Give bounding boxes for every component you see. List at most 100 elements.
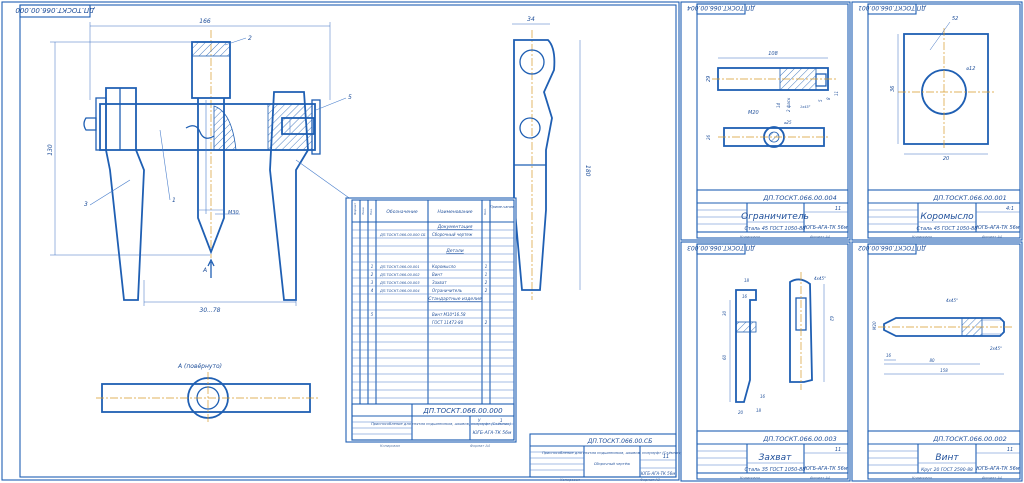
spec-h-pos: Поз.: [369, 208, 373, 215]
assembly-title-name: Приспособление для снятия подшипников, ш…: [542, 451, 682, 455]
assembly-rot-code: ДП.ТОСКТ.066.00.000: [15, 6, 96, 14]
spec-row2-name: Винт: [432, 272, 443, 277]
sheet003-dim-62: 62: [829, 316, 834, 322]
dim-thick: 34: [527, 16, 535, 23]
spec-std1-qty: 2: [485, 320, 488, 325]
puller-front-view: [83, 30, 321, 301]
sheet001-group: ЮГБ-АГА-ТК 56м: [976, 225, 1019, 231]
sheet003-dim-30: 30: [722, 310, 727, 316]
sheet002-dim-80: 80: [929, 358, 935, 363]
drawing-canvas: ДП.ТОСКТ.066.00.000 166 130 30...78 М30 …: [1, 1, 1023, 482]
sheet002-mass: 11: [1007, 447, 1013, 453]
spec-row1-code: ДП.ТОСКТ.066.00.001: [379, 265, 420, 269]
leader-3: 3: [84, 201, 88, 208]
sheet-002: ДП.ТОСКТ.066.00.002 4x45° М20 2x45° 16 8…: [851, 241, 1023, 482]
sheet001-rot-code: ДП.ТОСКТ.066.00.001: [858, 4, 927, 11]
sheet001-footer: Копировал: [912, 235, 933, 239]
spec-row4-pos: 4: [371, 288, 374, 293]
sheet002-dim-16: 16: [886, 353, 892, 358]
spec-row2-pos: 2: [371, 272, 374, 277]
sheet001-material: Сталь 45 ГОСТ 1050-88: [917, 226, 978, 232]
sheet004-title-code: ДП.ТОСКТ.066.00.004: [762, 194, 837, 202]
assembly-footer2: Формат А3: [640, 478, 660, 482]
sheet004-dim-fask: 2 фаск: [786, 97, 791, 112]
sheet003-dim-18a: 18: [744, 278, 750, 283]
sheet004-dim-dia: ⌀25: [784, 120, 792, 125]
spec-row3-name: Захват: [432, 280, 447, 285]
spec-title-name: Приспособление для снятия подшипников, ш…: [371, 422, 511, 426]
gripper-side-view: 34 180: [512, 16, 591, 300]
leader-1: 1: [172, 197, 176, 204]
sheet004-dim-chamfer: 1x45°: [800, 105, 811, 109]
sheet004-dim-len: 108: [768, 51, 778, 57]
view-a-label: А (повёрнуто): [177, 363, 222, 370]
sheet004-dim-5: 5: [818, 99, 823, 102]
view-arrow-label: А: [202, 267, 207, 274]
assembly-title-block: ДП.ТОСКТ.066.00.СБ Приспособление для сн…: [529, 433, 682, 482]
sheet003-title-name: Захват: [759, 453, 792, 463]
spec-std0-name: Винт М10*16.58: [432, 312, 466, 317]
spec-section-docs: Документация: [437, 224, 473, 230]
sheet004-dim-26: 26: [706, 134, 711, 140]
spec-group: ЮГБ-АГА-ТК 56м: [473, 430, 512, 436]
sheet004-title-name: Ограничитель: [741, 212, 809, 222]
sheet003-rot-code: ДП.ТОСКТ.066.00.003: [687, 244, 756, 251]
sheet002-rot-code: ДП.ТОСКТ.066.00.002: [858, 244, 927, 251]
sheet003-footer: Копировал: [740, 476, 761, 480]
front-dimensions: 166 130 30...78 М30 А: [47, 18, 331, 314]
sheet004-material: Сталь 45 ГОСТ 1050-88: [745, 226, 806, 232]
spec-row4-code: ДП.ТОСКТ.066.00.004: [379, 289, 420, 293]
spec-row4-name: Ограничитель: [432, 288, 463, 293]
sheet002-dim-thread: М20: [872, 321, 877, 330]
sheet003-mass: 11: [835, 447, 841, 453]
leader-2: 2: [248, 35, 252, 42]
sheet002-dim-chamfer1: 4x45°: [946, 298, 958, 303]
assembly-title-code: ДП.ТОСКТ.066.00.СБ: [587, 438, 653, 445]
sheet002-group: ЮГБ-АГА-ТК 56м: [976, 466, 1019, 472]
sheet002-dim-chamfer2: 2x45°: [990, 346, 1002, 351]
spec-row2-code: ДП.ТОСКТ.066.00.002: [379, 273, 420, 277]
assembly-scale: 11: [663, 454, 669, 460]
spec-h-format: Формат: [353, 203, 357, 215]
sheet002-dim-158: 158: [940, 368, 948, 373]
sheet004-group: ЮГБ-АГА-ТК 56м: [804, 225, 847, 231]
view-a: А (повёрнуто): [96, 363, 318, 424]
dim-width: 166: [199, 18, 211, 25]
assembly-sheet: ДП.ТОСКТ.066.00.000 166 130 30...78 М30 …: [1, 1, 682, 482]
leader-5: 5: [348, 94, 352, 101]
sheet001-dim-dia: ⌀12: [966, 66, 975, 72]
spec-row2-qty: 1: [485, 272, 488, 277]
sheet001-dim-36: 36: [890, 86, 896, 92]
assembly-sub-name: Сборочный чертёж: [594, 462, 631, 466]
sheet004-dim-thread: M20: [748, 110, 759, 116]
sheet004-dim-8: 8: [826, 97, 831, 100]
dim-bottom: 30...78: [200, 307, 221, 314]
sheet002-title-name: Винт: [935, 453, 959, 463]
spec-h-code: Обозначение: [386, 209, 417, 215]
spec-row3-code: ДП.ТОСКТ.066.00.003: [379, 281, 420, 285]
sheet001-footer2: Формат А4: [982, 235, 1002, 239]
sheet004-dim-h: 29: [706, 76, 712, 82]
sheet003-dim-20: 20: [738, 410, 744, 415]
spec-row1-qty: 1: [485, 264, 488, 269]
sheet003-dim-chamfer: 4x45°: [814, 276, 826, 281]
spec-row1-name: Коромысло: [432, 264, 456, 269]
spec-section-standard: Стандартные изделия: [428, 296, 482, 302]
sheet004-footer2: Формат А4: [810, 235, 830, 239]
sheet004-dim-11: 11: [834, 91, 839, 96]
spec-footer2: Формат А4: [470, 444, 490, 448]
spec-row1-pos: 1: [371, 264, 374, 269]
dim-len: 180: [584, 165, 591, 177]
spec-h-name: Наименование: [438, 209, 473, 215]
spec-row3-qty: 2: [485, 280, 488, 285]
spec-row3-pos: 3: [371, 280, 374, 285]
sheet003-dim-60: 60: [722, 354, 727, 360]
spec-sheet: Формат Зона Поз. Обозначение Наименовани…: [345, 197, 517, 448]
sheet003-material: Сталь 35 ГОСТ 1050-88: [745, 467, 806, 473]
sheet002-footer: Копировал: [912, 476, 933, 480]
sheet003-dim-16b: 16: [760, 394, 766, 399]
dim-height: 130: [47, 144, 54, 156]
sheet003-dim-18b: 18: [756, 408, 762, 413]
dim-thread: М30: [228, 210, 239, 216]
sheet003-dim-16a: 16: [742, 294, 748, 299]
